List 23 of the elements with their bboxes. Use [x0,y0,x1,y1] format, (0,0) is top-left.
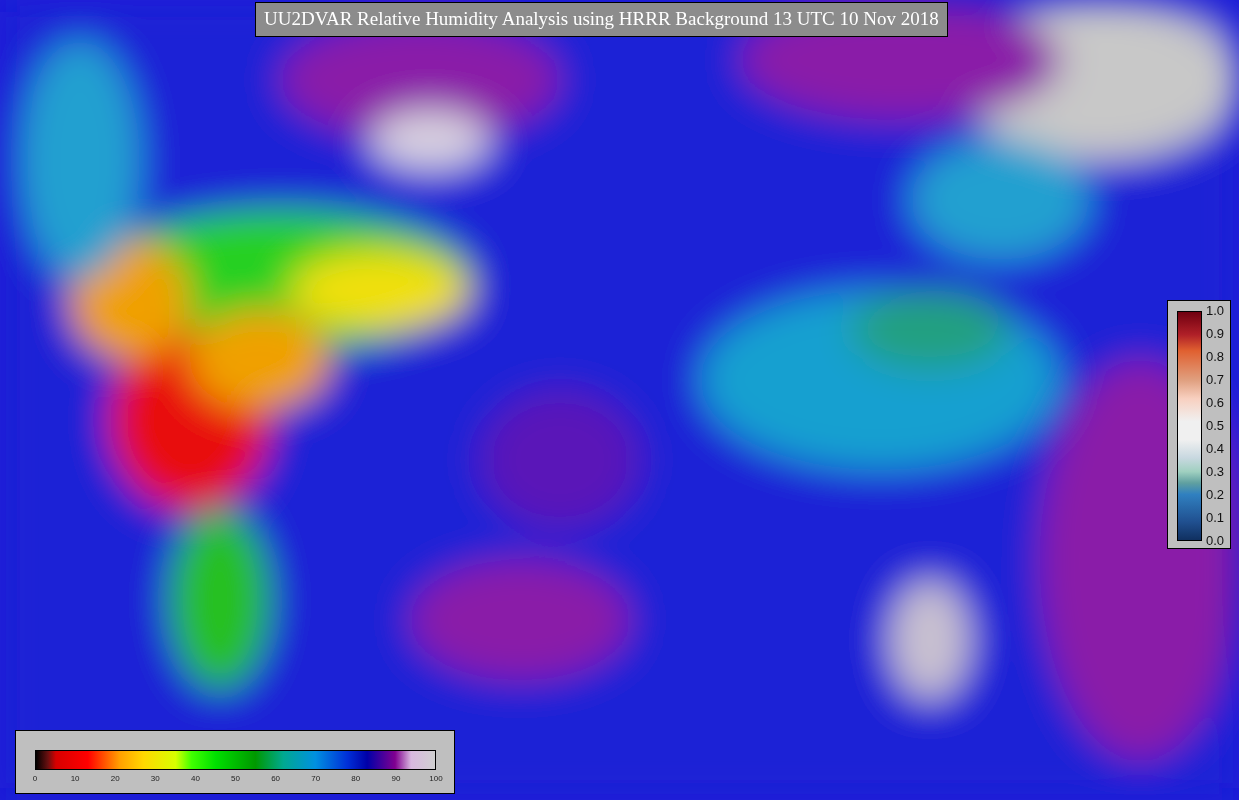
tick-label: 0.3 [1206,465,1225,479]
tick-label: 70 [311,774,321,784]
tick-label: 30 [150,774,160,784]
tick-label: 0.0 [1206,534,1225,548]
tick-label: 0.2 [1206,488,1225,502]
tick-label: 0.1 [1206,511,1225,525]
tick-label: 80 [351,774,361,784]
tick-label: 0.7 [1206,373,1225,387]
tick-label: 0 [32,774,38,784]
tick-label: 0.9 [1206,327,1225,341]
tick-label: 20 [110,774,120,784]
map-title: UU2DVAR Relative Humidity Analysis using HRRR Background 13 UTC 10 Nov 2018 [255,2,948,37]
tick-label: 0.4 [1206,442,1225,456]
tick-label: 90 [391,774,401,784]
tick-label: 1.0 [1206,304,1225,318]
tick-label: 100 [429,774,443,784]
tick-label: 60 [271,774,281,784]
tick-label: 0.5 [1206,419,1225,433]
tick-label: 50 [231,774,240,784]
tick-label: 40 [190,774,200,784]
tick-label: 0.6 [1206,396,1225,410]
tick-label: 10 [70,774,80,784]
tick-label: 0.8 [1206,350,1225,364]
